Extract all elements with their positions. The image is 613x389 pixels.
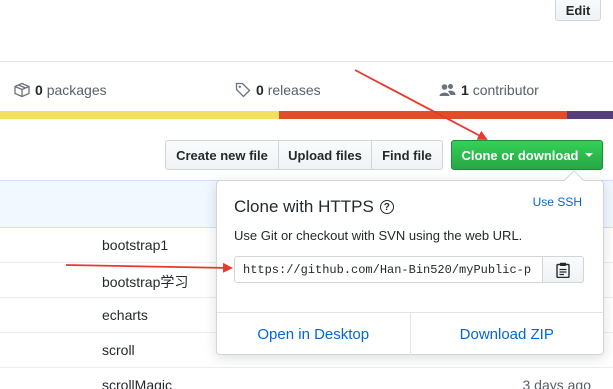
language-segment[interactable] [0,111,279,119]
file-row[interactable]: scrollMagic 3 days ago [0,368,613,389]
language-segment[interactable] [567,111,613,119]
popover-footer: Open in Desktop Download ZIP [217,312,603,355]
repo-stats-bar: 0 packages 0 releases 1 contributor [0,61,613,111]
packages-stat[interactable]: 0 packages [14,82,107,98]
contributors-stat[interactable]: 1 contributor [439,82,539,98]
use-ssh-link[interactable]: Use SSH [533,195,582,209]
file-name-link[interactable]: bootstrap学习 [102,272,188,292]
caret-down-icon [584,153,593,157]
create-new-file-button[interactable]: Create new file [165,140,279,170]
language-segment[interactable] [278,111,568,119]
clone-popover: Clone with HTTPS ? Use SSH Use Git or ch… [216,170,604,355]
file-name-link[interactable]: scroll [102,342,135,358]
edit-button[interactable]: Edit [555,0,601,21]
copy-url-button[interactable] [543,256,584,283]
clipboard-icon [556,262,570,278]
tag-icon [235,82,251,98]
language-bar[interactable] [0,111,613,119]
clone-url-group [234,256,584,283]
download-zip-button[interactable]: Download ZIP [409,313,604,355]
find-file-button[interactable]: Find file [371,140,443,170]
popover-arrow [564,170,584,190]
popover-description: Use Git or checkout with SVN using the w… [234,228,523,243]
file-age: 3 days ago [522,377,592,389]
open-in-desktop-button[interactable]: Open in Desktop [217,313,410,355]
people-icon [439,84,456,96]
file-name-link[interactable]: bootstrap1 [102,237,168,253]
file-name-link[interactable]: scrollMagic [102,377,172,389]
clone-or-download-button[interactable]: Clone or download [451,140,603,170]
help-icon[interactable]: ? [379,200,394,214]
releases-stat[interactable]: 0 releases [235,82,321,98]
file-name-link[interactable]: echarts [102,307,148,323]
clone-url-input[interactable] [234,256,543,283]
popover-title: Clone with HTTPS ? [234,197,394,217]
upload-files-button[interactable]: Upload files [278,140,372,170]
package-icon [14,82,30,98]
